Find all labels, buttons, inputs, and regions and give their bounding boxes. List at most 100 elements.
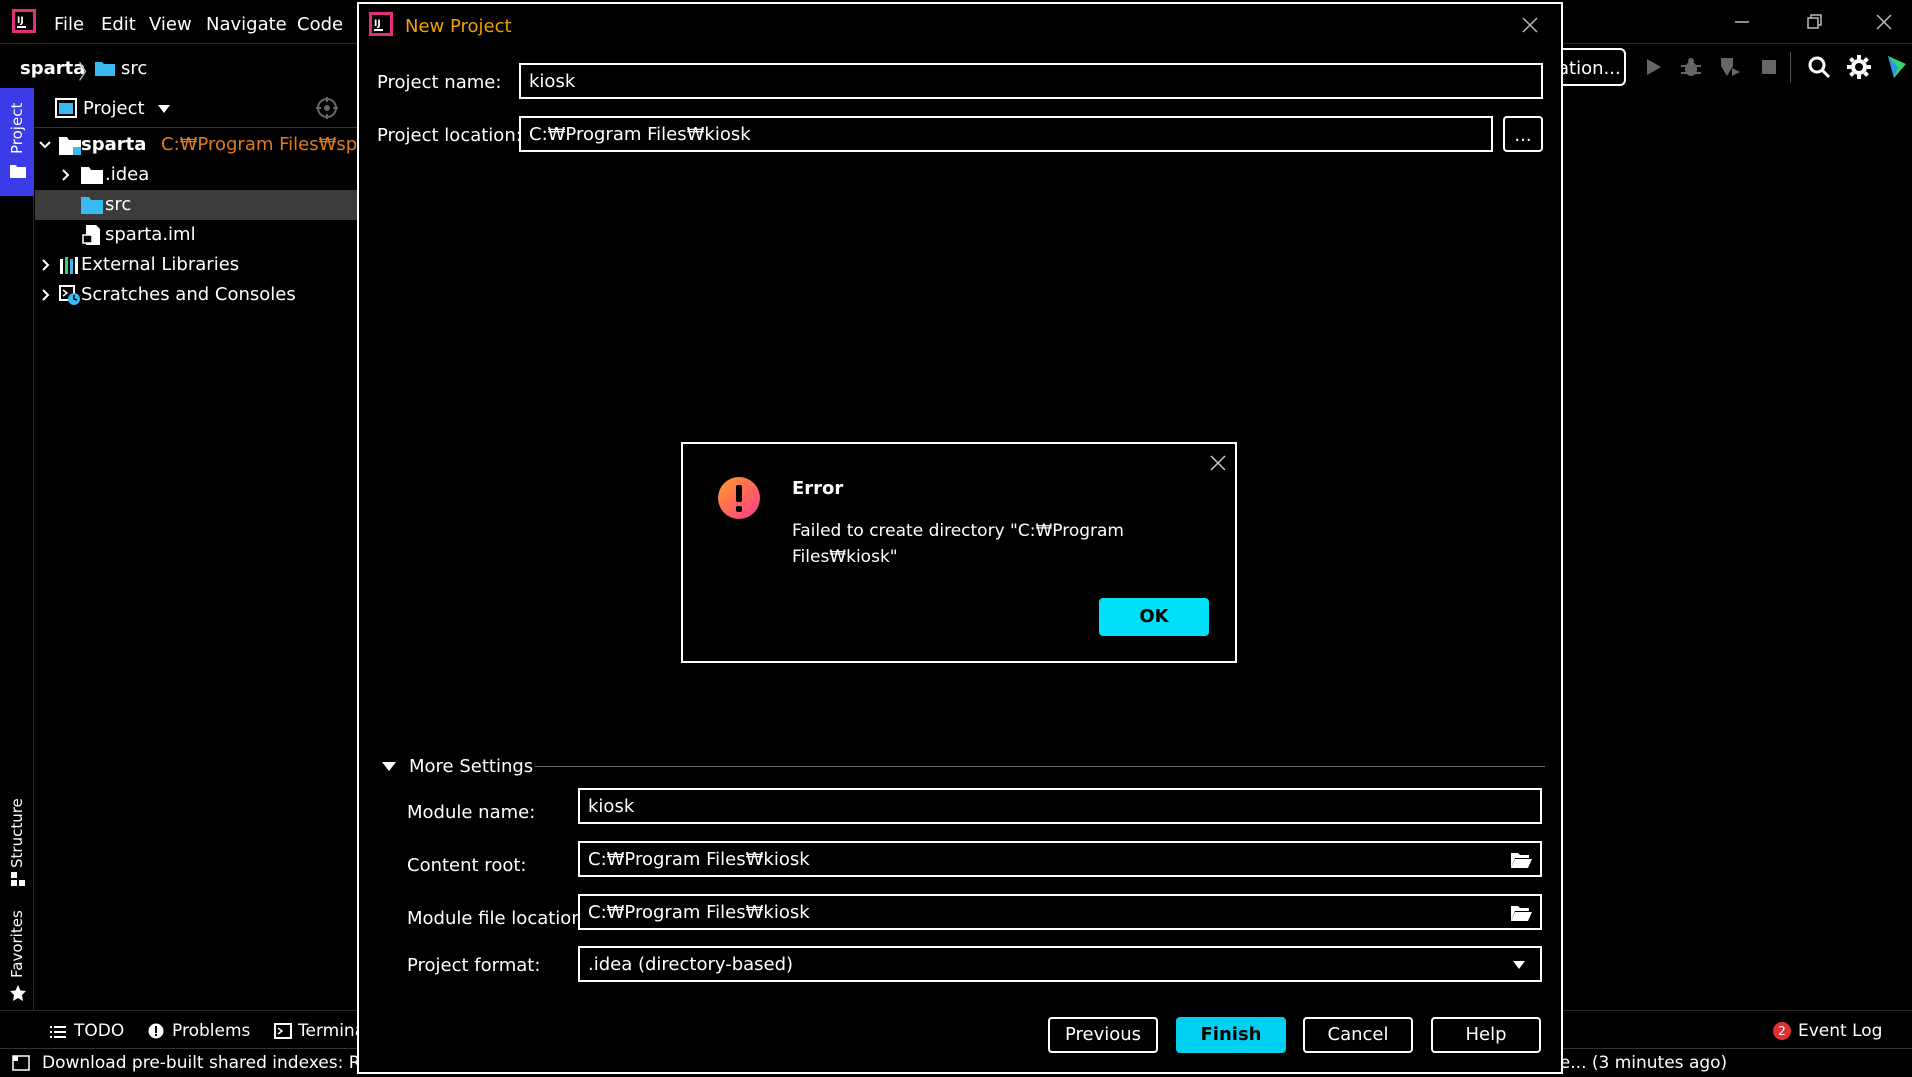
todo-tab[interactable]: TODO bbox=[74, 1021, 124, 1041]
stripe-favorites-label: Favorites bbox=[8, 910, 26, 978]
folder-open-icon[interactable] bbox=[1510, 904, 1532, 922]
code-with-me-icon[interactable] bbox=[1884, 54, 1910, 80]
content-root-input[interactable]: C:₩Program Files₩kiosk bbox=[578, 841, 1542, 877]
tree-item-scratches[interactable]: Scratches and Consoles bbox=[35, 280, 357, 310]
help-button[interactable]: Help bbox=[1431, 1017, 1541, 1053]
iml-file-icon bbox=[82, 225, 100, 245]
project-format-value: .idea (directory-based) bbox=[588, 954, 794, 975]
project-format-label: Project format: bbox=[407, 955, 541, 976]
section-divider bbox=[535, 766, 1545, 767]
gear-icon[interactable] bbox=[1846, 54, 1872, 80]
run-configuration-select[interactable]: ation... bbox=[1556, 48, 1626, 86]
stripe-favorites-tab[interactable]: Favorites bbox=[0, 900, 34, 1010]
tree-item-external-libraries[interactable]: External Libraries bbox=[35, 250, 357, 280]
chevron-down-icon[interactable] bbox=[39, 138, 51, 152]
module-file-location-value: C:₩Program Files₩kiosk bbox=[588, 902, 810, 923]
close-icon[interactable] bbox=[1209, 454, 1227, 472]
source-folder-icon bbox=[81, 197, 103, 214]
menu-navigate[interactable]: Navigate bbox=[206, 14, 287, 35]
terminal-tab[interactable]: Termina bbox=[298, 1021, 365, 1041]
stripe-project-label: Project bbox=[8, 102, 26, 154]
tree-item-src[interactable]: src bbox=[35, 190, 357, 220]
menu-view[interactable]: View bbox=[149, 14, 192, 35]
star-icon bbox=[10, 985, 26, 1001]
folder-open-icon[interactable] bbox=[1510, 851, 1532, 869]
search-icon[interactable] bbox=[1806, 54, 1832, 80]
folder-icon bbox=[81, 167, 103, 184]
stop-icon[interactable] bbox=[1756, 54, 1782, 80]
chevron-right-icon[interactable] bbox=[39, 288, 51, 302]
module-folder-icon bbox=[59, 137, 81, 155]
breadcrumb: sparta 〉 src bbox=[0, 48, 360, 88]
menu-edit[interactable]: Edit bbox=[101, 14, 136, 35]
stripe-structure-label: Structure bbox=[8, 798, 26, 868]
project-format-select[interactable]: .idea (directory-based) bbox=[578, 946, 1542, 982]
debug-icon[interactable] bbox=[1678, 54, 1704, 80]
browse-location-button[interactable]: ... bbox=[1503, 116, 1543, 152]
error-message: Failed to create directory "C:₩Program F… bbox=[792, 521, 1124, 567]
event-log-tab[interactable]: Event Log bbox=[1798, 1021, 1882, 1041]
run-configuration-label: ation... bbox=[1558, 58, 1621, 79]
scratches-icon bbox=[59, 285, 80, 305]
tree-item-label: sparta.iml bbox=[105, 224, 196, 245]
restore-icon[interactable] bbox=[1803, 10, 1827, 34]
project-name-input[interactable]: kiosk bbox=[519, 63, 1543, 99]
svg-text:IJ: IJ bbox=[17, 16, 24, 26]
finish-button[interactable]: Finish bbox=[1176, 1017, 1286, 1053]
run-icon[interactable] bbox=[1640, 54, 1666, 80]
dialog-title-bar: IJ New Project bbox=[359, 4, 1561, 44]
todo-icon bbox=[50, 1026, 66, 1038]
chevron-right-icon[interactable] bbox=[39, 258, 51, 272]
libraries-icon bbox=[60, 257, 78, 274]
window-close-icon[interactable] bbox=[1872, 10, 1896, 34]
coverage-icon[interactable] bbox=[1717, 54, 1743, 80]
content-root-label: Content root: bbox=[407, 855, 527, 876]
more-settings-toggle[interactable]: More Settings bbox=[409, 756, 533, 777]
tree-item-path: C:₩Program Files₩spart bbox=[161, 134, 383, 155]
project-panel-title[interactable]: Project bbox=[83, 98, 145, 119]
folder-icon bbox=[10, 165, 26, 178]
close-icon[interactable] bbox=[1519, 14, 1541, 36]
chevron-right-icon[interactable] bbox=[59, 168, 71, 182]
tree-item-label: External Libraries bbox=[81, 254, 240, 275]
menu-code[interactable]: Code bbox=[297, 14, 343, 35]
project-location-input[interactable]: C:₩Program Files₩kiosk bbox=[519, 116, 1493, 152]
module-file-location-label: Module file location: bbox=[407, 908, 589, 929]
editor-area bbox=[1562, 92, 1912, 1010]
terminal-icon bbox=[274, 1023, 292, 1039]
chevron-down-icon[interactable] bbox=[381, 760, 397, 772]
error-icon bbox=[718, 477, 760, 519]
project-location-label: Project location: bbox=[377, 125, 522, 146]
cancel-button[interactable]: Cancel bbox=[1303, 1017, 1413, 1053]
breadcrumb-folder[interactable]: src bbox=[121, 58, 147, 79]
project-panel-header: Project bbox=[35, 88, 357, 128]
chevron-down-icon bbox=[1513, 961, 1525, 969]
tree-item-sparta-iml[interactable]: sparta.iml bbox=[35, 220, 357, 250]
left-tool-stripe: Project Structure Favorites bbox=[0, 88, 34, 1010]
module-name-input[interactable]: kiosk bbox=[578, 788, 1542, 824]
locate-icon[interactable] bbox=[315, 96, 339, 120]
tree-item-sparta[interactable]: sparta C:₩Program Files₩spart bbox=[35, 130, 383, 160]
tree-item-idea[interactable]: .idea bbox=[35, 160, 357, 190]
tree-item-label: Scratches and Consoles bbox=[81, 284, 296, 305]
problems-tab[interactable]: Problems bbox=[172, 1021, 250, 1041]
module-file-location-input[interactable]: C:₩Program Files₩kiosk bbox=[578, 894, 1542, 930]
ok-button[interactable]: OK bbox=[1099, 598, 1209, 636]
project-name-value: kiosk bbox=[529, 71, 576, 92]
minimize-icon[interactable] bbox=[1730, 10, 1754, 34]
previous-button[interactable]: Previous bbox=[1048, 1017, 1158, 1053]
toggle-tool-windows-icon[interactable] bbox=[12, 1055, 30, 1071]
module-name-value: kiosk bbox=[588, 796, 635, 817]
menu-file[interactable]: File bbox=[54, 14, 84, 35]
stripe-project-tab[interactable]: Project bbox=[0, 88, 34, 196]
stripe-structure-tab[interactable]: Structure bbox=[0, 778, 34, 888]
dialog-title: New Project bbox=[405, 16, 512, 37]
folder-icon bbox=[95, 62, 115, 76]
chevron-down-icon[interactable] bbox=[157, 104, 171, 114]
tree-item-label: src bbox=[105, 194, 132, 215]
content-root-value: C:₩Program Files₩kiosk bbox=[588, 849, 810, 870]
svg-text:IJ: IJ bbox=[374, 19, 381, 29]
breadcrumb-project[interactable]: sparta bbox=[20, 58, 85, 79]
problems-icon bbox=[148, 1023, 164, 1039]
tree-item-label: .idea bbox=[105, 164, 150, 185]
